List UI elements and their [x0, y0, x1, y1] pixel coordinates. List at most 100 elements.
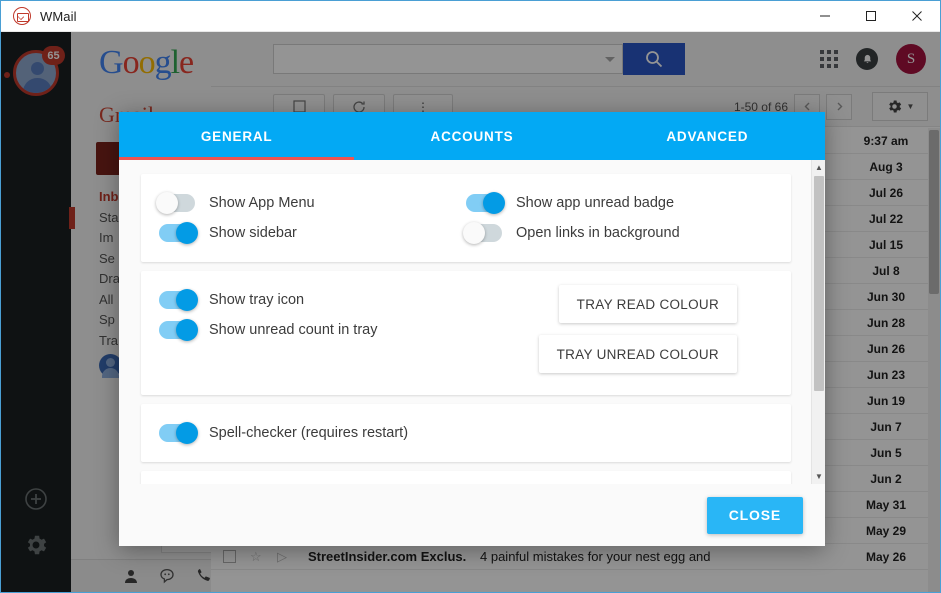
title-bar: WMail — [1, 1, 940, 32]
sidebar-item-all-mail[interactable]: All — [99, 290, 120, 311]
inbox-active-marker — [69, 207, 75, 229]
toggle-spell-checker[interactable] — [159, 422, 198, 444]
account-avatar[interactable]: 65 — [4, 46, 65, 96]
tab-general[interactable]: GENERAL — [119, 112, 354, 160]
avatar[interactable]: S — [896, 44, 926, 74]
gmail-header: S — [211, 32, 940, 87]
row-date: Jun 30 — [866, 289, 905, 304]
toggle-show-tray-icon[interactable] — [159, 289, 198, 311]
chevron-right-icon[interactable] — [826, 93, 852, 120]
toggle-show-unread-count-in-tray[interactable] — [159, 319, 198, 341]
row-date: Jun 26 — [866, 341, 905, 356]
star-icon[interactable]: ☆ — [250, 549, 265, 565]
option-label: Show tray icon — [209, 292, 305, 308]
row-date: Jul 22 — [868, 211, 904, 226]
row-subject: 4 painful mistakes for your nest egg and — [480, 549, 711, 564]
tray-read-colour-button[interactable]: TRAY READ COLOUR — [558, 285, 737, 323]
tab-advanced[interactable]: ADVANCED — [590, 112, 825, 160]
bell-icon[interactable] — [856, 48, 878, 70]
row-date: May 29 — [865, 523, 907, 538]
unread-badge: 65 — [42, 46, 65, 65]
chevron-down-icon: ▼ — [906, 102, 915, 111]
table-row[interactable]: ☆ ▷ StreetInsider.com Exclus. 4 painful mis… — [211, 544, 940, 570]
phone-icon[interactable] — [195, 568, 211, 584]
gear-icon[interactable] — [23, 532, 49, 558]
settings-tabs: GENERAL ACCOUNTS ADVANCED — [119, 112, 825, 160]
option-label: Show sidebar — [209, 225, 297, 241]
option-label: Show app unread badge — [516, 195, 675, 211]
window-controls — [802, 1, 940, 32]
sidebar-item-trash[interactable]: Tra — [99, 331, 120, 352]
settings-panel: Show App Menu Show sidebar Show app unre… — [119, 160, 811, 484]
option-spell-checker[interactable]: Spell-checker (requires restart) — [159, 418, 773, 448]
person-icon[interactable] — [123, 568, 139, 584]
apps-grid-icon[interactable] — [820, 50, 838, 68]
row-date: 9:37 am — [863, 133, 909, 148]
option-label: Show App Menu — [209, 195, 315, 211]
settings-scroll-thumb[interactable] — [814, 176, 824, 391]
option-show-sidebar[interactable]: Show sidebar — [159, 218, 466, 248]
settings-card-spellchecker: Spell-checker (requires restart) — [141, 404, 791, 462]
minimize-button[interactable] — [802, 1, 848, 32]
close-window-button[interactable] — [894, 1, 940, 32]
settings-dropdown-button[interactable]: ▼ — [872, 92, 928, 121]
row-date: Jun 28 — [866, 315, 905, 330]
row-checkbox[interactable] — [223, 550, 236, 563]
app-sidebar: 65 — [1, 32, 71, 592]
row-date: Jun 19 — [866, 393, 905, 408]
sidebar-item-spam[interactable]: Sp — [99, 310, 120, 331]
row-date: Jun 5 — [870, 445, 902, 460]
settings-dialog: GENERAL ACCOUNTS ADVANCED Show App Menu — [119, 112, 825, 546]
sidebar-item-sent[interactable]: Se — [99, 249, 120, 270]
option-open-links-in-background[interactable]: Open links in background — [463, 218, 773, 248]
option-label: Open links in background — [516, 225, 680, 241]
tab-accounts[interactable]: ACCOUNTS — [354, 112, 589, 160]
plus-circle-icon[interactable] — [23, 486, 49, 512]
row-date: Jun 23 — [866, 367, 905, 382]
mail-scroll-thumb[interactable] — [929, 130, 939, 294]
google-logo: Google — [99, 44, 194, 81]
status-dot — [4, 72, 10, 78]
mail-scrollbar[interactable] — [928, 128, 940, 592]
toggle-open-links-in-background[interactable] — [463, 222, 502, 244]
row-date: Jun 7 — [870, 419, 902, 434]
settings-card-display: Show App Menu Show sidebar Show app unre… — [141, 174, 791, 262]
settings-scrollbar[interactable]: ▲ ▼ — [811, 160, 825, 484]
settings-footer: CLOSE — [119, 484, 825, 546]
sidebar-item-inbox[interactable]: Inb — [99, 187, 120, 208]
row-date: May 26 — [865, 549, 907, 564]
toggle-show-app-menu[interactable] — [156, 192, 195, 214]
sidebar-item-starred[interactable]: Sta — [99, 208, 120, 229]
row-date: Jul 26 — [868, 185, 904, 200]
label-list: Inb Sta Im Se Dra All Sp Tra — [99, 187, 120, 351]
row-date: Jun 2 — [870, 471, 902, 486]
chevron-up-icon[interactable]: ▲ — [812, 160, 825, 175]
maximize-button[interactable] — [848, 1, 894, 32]
row-sender: StreetInsider.com Exclus. — [308, 549, 467, 564]
chevron-down-icon[interactable]: ▼ — [812, 469, 825, 484]
option-show-app-unread-badge[interactable]: Show app unread badge — [466, 188, 773, 218]
settings-card-tray: Show tray icon Show unread count in tray… — [141, 271, 791, 395]
option-label: Show unread count in tray — [209, 322, 378, 338]
search-input[interactable] — [273, 44, 623, 74]
toggle-show-app-unread-badge[interactable] — [466, 192, 505, 214]
search-icon[interactable] — [623, 43, 685, 75]
row-date: Jul 8 — [872, 263, 900, 278]
option-show-app-menu[interactable]: Show App Menu — [156, 188, 466, 218]
chevron-down-icon[interactable] — [605, 56, 615, 62]
chat-bubble-icon[interactable] — [159, 568, 175, 584]
wmail-window: WMail 65 Google Inb Sta Im Se Dra All Sp… — [0, 0, 941, 593]
header-actions: S — [820, 44, 926, 74]
row-date: Jul 15 — [868, 237, 904, 252]
window-title: WMail — [40, 8, 77, 24]
tray-colour-buttons: TRAY READ COLOUR TRAY UNREAD COLOUR — [538, 285, 737, 373]
row-date: May 31 — [865, 497, 907, 512]
toggle-show-sidebar[interactable] — [159, 222, 198, 244]
important-icon[interactable]: ▷ — [277, 549, 292, 565]
hangouts-bar — [71, 559, 211, 592]
settings-card-notifications: Show new mail notifications — [141, 471, 791, 484]
close-button[interactable]: CLOSE — [706, 496, 803, 534]
tray-unread-colour-button[interactable]: TRAY UNREAD COLOUR — [538, 335, 737, 373]
sidebar-item-drafts[interactable]: Dra — [99, 269, 120, 290]
sidebar-item-important[interactable]: Im — [99, 228, 120, 249]
